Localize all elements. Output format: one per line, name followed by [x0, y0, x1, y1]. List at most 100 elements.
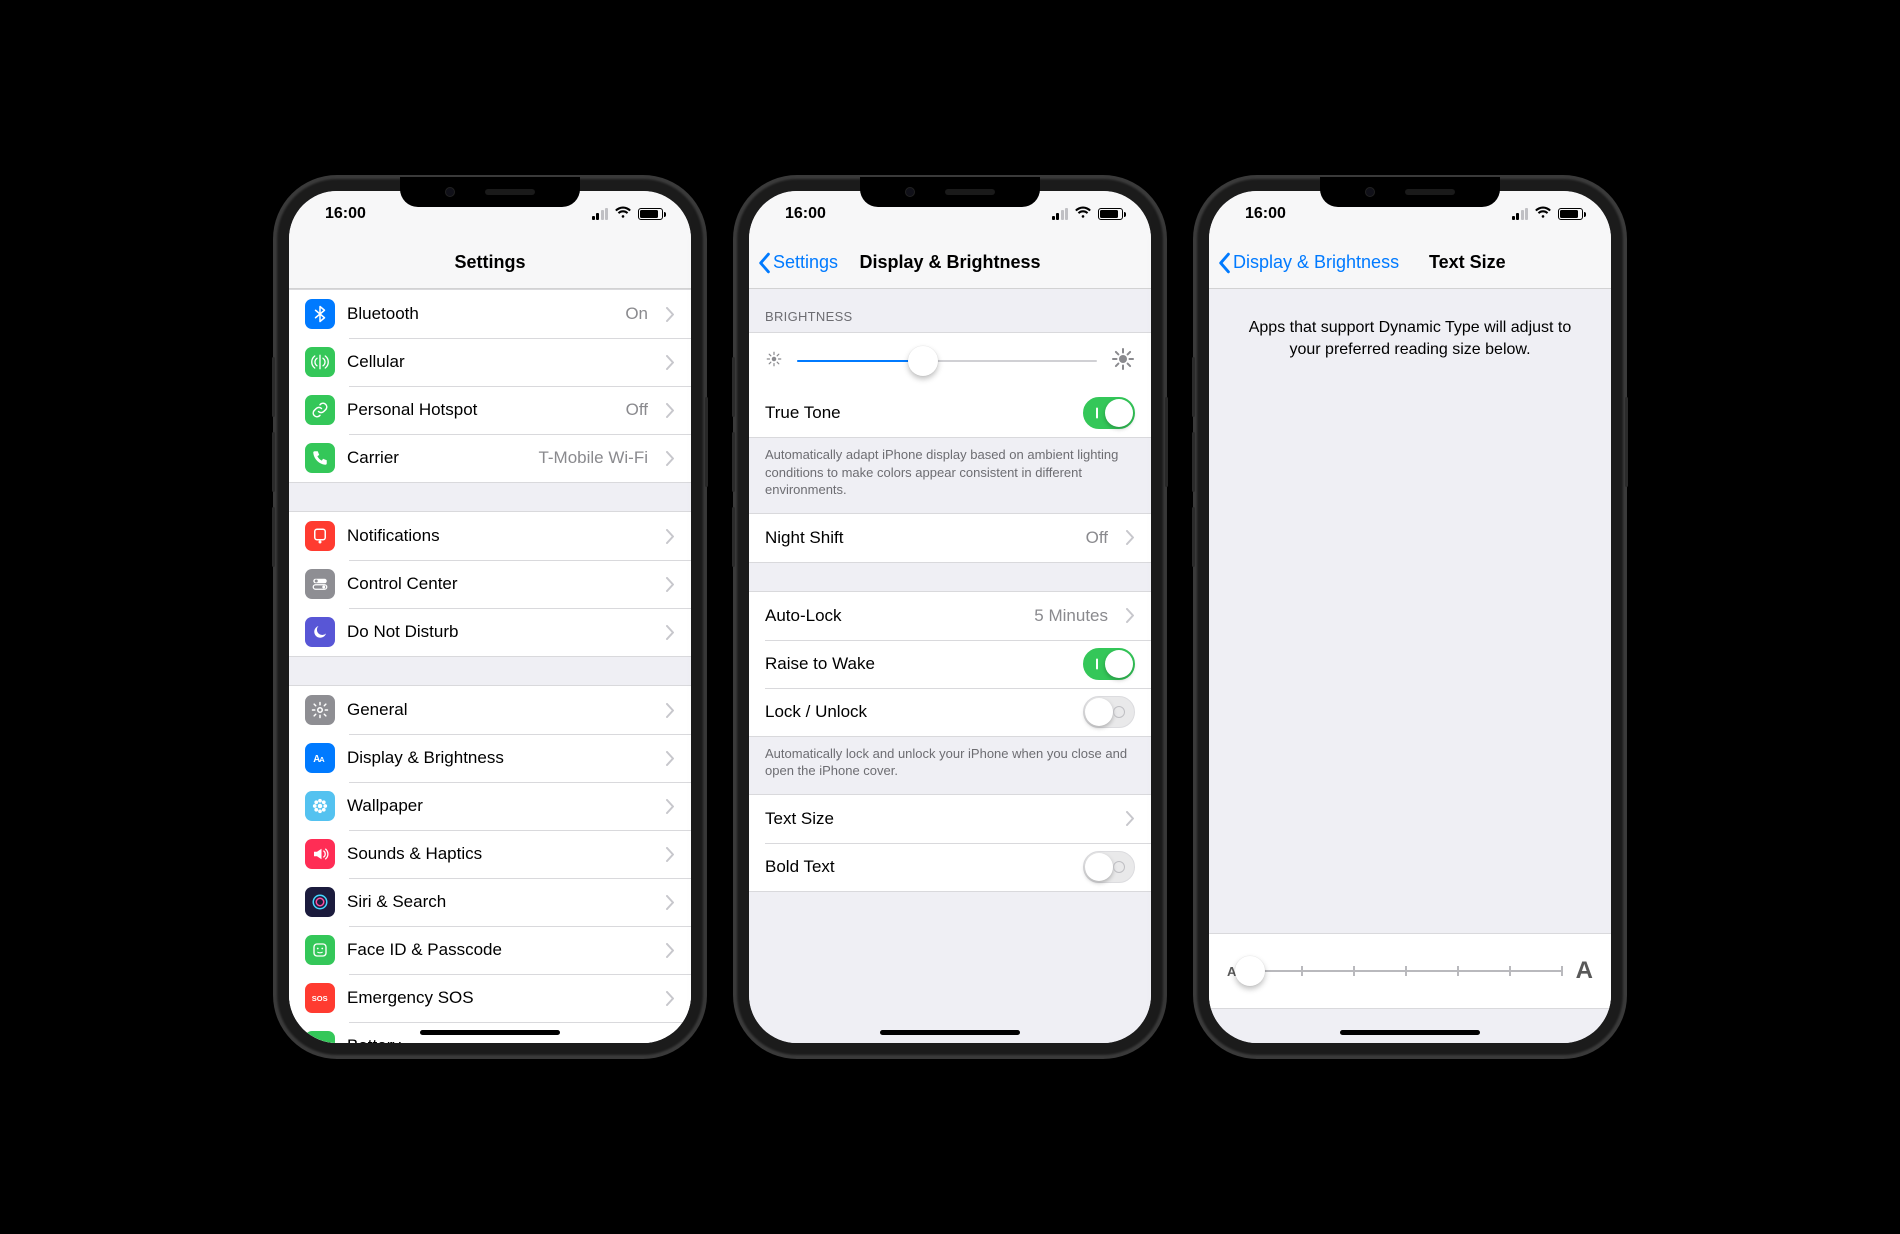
chevron-right-icon [666, 703, 675, 718]
row-value: Off [626, 400, 648, 420]
settings-row-faceid[interactable]: Face ID & Passcode [289, 926, 691, 974]
row-label: Notifications [347, 526, 648, 546]
brightness-header: BRIGHTNESS [749, 289, 1151, 332]
bold-text-label: Bold Text [765, 857, 1071, 877]
text-size-label: Text Size [765, 809, 1108, 829]
chevron-right-icon [666, 847, 675, 862]
svg-text:A: A [319, 755, 325, 764]
row-label: Battery [347, 1036, 648, 1043]
chevron-right-icon [666, 751, 675, 766]
brightness-slider[interactable] [797, 360, 1097, 362]
bold-text-toggle[interactable] [1083, 851, 1135, 883]
settings-row-dnd[interactable]: Do Not Disturb [289, 608, 691, 656]
battery-icon [1558, 208, 1583, 220]
phone-text-size: 16:00 Display & Brightness Text Size App… [1195, 177, 1625, 1057]
status-right [1512, 205, 1584, 224]
wallpaper-icon [305, 791, 335, 821]
wifi-icon [1534, 205, 1552, 224]
row-label: Do Not Disturb [347, 622, 648, 642]
sos-icon: SOS [305, 983, 335, 1013]
hotspot-icon [305, 395, 335, 425]
cellular-icon [305, 347, 335, 377]
cellular-signal-icon [1512, 208, 1529, 220]
faceid-icon [305, 935, 335, 965]
chevron-right-icon [666, 625, 675, 640]
true-tone-toggle[interactable] [1083, 397, 1135, 429]
carrier-icon [305, 443, 335, 473]
lock-unlock-label: Lock / Unlock [765, 702, 1071, 722]
night-shift-row[interactable]: Night Shift Off [749, 514, 1151, 562]
chevron-right-icon [666, 307, 675, 322]
back-button[interactable]: Display & Brightness [1217, 252, 1399, 274]
status-time: 16:00 [1245, 205, 1286, 223]
battery-icon [638, 208, 663, 220]
row-label: Wallpaper [347, 796, 648, 816]
chevron-right-icon [666, 943, 675, 958]
auto-lock-value: 5 Minutes [1034, 606, 1108, 626]
wifi-icon [1074, 205, 1092, 224]
sounds-icon [305, 839, 335, 869]
row-label: Display & Brightness [347, 748, 648, 768]
home-indicator[interactable] [1340, 1030, 1480, 1035]
chevron-right-icon [1126, 608, 1135, 623]
settings-row-bluetooth[interactable]: BluetoothOn [289, 290, 691, 338]
page-title: Settings [299, 252, 681, 273]
text-size-panel: A A [1209, 933, 1611, 1009]
status-time: 16:00 [785, 205, 826, 223]
chevron-right-icon [666, 577, 675, 592]
display-settings-content[interactable]: BRIGHTNESS True Tone Automatically adapt… [749, 289, 1151, 1043]
back-label: Settings [773, 252, 838, 273]
bold-text-row: Bold Text [749, 843, 1151, 891]
row-label: Cellular [347, 352, 648, 372]
phone-settings-root: 16:00 Settings BluetoothOn Cellular Person… [275, 177, 705, 1057]
auto-lock-row[interactable]: Auto-Lock 5 Minutes [749, 592, 1151, 640]
row-label: Face ID & Passcode [347, 940, 648, 960]
settings-row-siri[interactable]: Siri & Search [289, 878, 691, 926]
general-icon [305, 695, 335, 725]
lock-unlock-toggle[interactable] [1083, 696, 1135, 728]
chevron-right-icon [666, 403, 675, 418]
dnd-icon [305, 617, 335, 647]
nav-bar: Settings Display & Brightness [749, 237, 1151, 289]
row-label: Personal Hotspot [347, 400, 614, 420]
settings-row-cellular[interactable]: Cellular [289, 338, 691, 386]
home-indicator[interactable] [880, 1030, 1020, 1035]
row-label: Bluetooth [347, 304, 613, 324]
row-label: Emergency SOS [347, 988, 648, 1008]
raise-to-wake-label: Raise to Wake [765, 654, 1071, 674]
settings-row-wallpaper[interactable]: Wallpaper [289, 782, 691, 830]
true-tone-row: True Tone [749, 389, 1151, 437]
text-size-slider[interactable] [1250, 957, 1561, 985]
chevron-right-icon [666, 991, 675, 1006]
settings-row-hotspot[interactable]: Personal Hotspot Off [289, 386, 691, 434]
notch [400, 177, 580, 207]
raise-to-wake-toggle[interactable] [1083, 648, 1135, 680]
settings-row-general[interactable]: General [289, 686, 691, 734]
settings-row-sounds[interactable]: Sounds & Haptics [289, 830, 691, 878]
chevron-right-icon [1126, 811, 1135, 826]
settings-row-display[interactable]: AADisplay & Brightness [289, 734, 691, 782]
row-label: General [347, 700, 648, 720]
status-time: 16:00 [325, 205, 366, 223]
back-button[interactable]: Settings [757, 252, 838, 274]
wifi-icon [614, 205, 632, 224]
chevron-right-icon [666, 451, 675, 466]
settings-row-sos[interactable]: SOS Emergency SOS [289, 974, 691, 1022]
svg-text:SOS: SOS [312, 994, 328, 1003]
chevron-right-icon [666, 895, 675, 910]
settings-row-notifications[interactable]: Notifications [289, 512, 691, 560]
raise-to-wake-row: Raise to Wake [749, 640, 1151, 688]
home-indicator[interactable] [420, 1030, 560, 1035]
nav-bar: Display & Brightness Text Size [1209, 237, 1611, 289]
settings-row-controlcenter[interactable]: Control Center [289, 560, 691, 608]
brightness-high-icon [1111, 347, 1135, 376]
dynamic-type-note: Apps that support Dynamic Type will adju… [1209, 289, 1611, 390]
settings-row-carrier[interactable]: CarrierT-Mobile Wi-Fi [289, 434, 691, 482]
settings-list[interactable]: BluetoothOn Cellular Personal Hotspot Off Ca… [289, 289, 691, 1043]
nav-bar: Settings [289, 237, 691, 289]
text-size-row[interactable]: Text Size [749, 795, 1151, 843]
text-size-content: Apps that support Dynamic Type will adju… [1209, 289, 1611, 1043]
big-a-label: A [1576, 957, 1593, 985]
back-label: Display & Brightness [1233, 252, 1399, 273]
brightness-low-icon [765, 350, 783, 373]
